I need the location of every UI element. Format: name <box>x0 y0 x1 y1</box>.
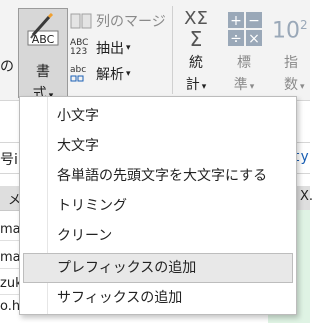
table-row: ma <box>0 250 21 265</box>
ribbon: の ABC 書 式▾ 列のマージ ABC 123 抽出 <box>0 0 310 102</box>
row-divider <box>0 240 20 241</box>
statistics-button[interactable]: ΧΣ Σ 統 計 ▾ <box>174 8 218 94</box>
column-header-right: X. <box>300 189 314 204</box>
menu-item-clean[interactable]: クリーン <box>23 221 293 251</box>
menu-item-lowercase[interactable]: 小文字 <box>23 101 293 131</box>
svg-text:−: − <box>248 13 260 29</box>
chevron-down-icon: ▾ <box>300 82 305 92</box>
standard-label: 標 <box>237 55 251 71</box>
format-icon-text: ABC <box>32 33 55 46</box>
standard-button[interactable]: + − ÷ × 標 準 ▾ <box>222 8 266 94</box>
extract-button[interactable]: ABC 123 抽出 ▾ <box>70 37 131 59</box>
chevron-down-icon: ▾ <box>126 43 131 53</box>
parse-icon: abc <box>70 65 92 83</box>
calculator-icon: + − ÷ × <box>222 8 266 47</box>
merge-columns-label: 列のマージ <box>96 14 166 30</box>
merge-columns-button[interactable]: 列のマージ <box>70 10 166 32</box>
menu-item-add-suffix[interactable]: サフィックスの追加 <box>23 283 293 313</box>
menu-item-add-prefix[interactable]: プレフィックスの追加 <box>23 253 293 283</box>
scientific-label: 指 <box>284 55 298 71</box>
extract-icon-text: ABC 123 <box>70 38 89 57</box>
extract-icon: ABC 123 <box>70 39 92 57</box>
abc-format-icon: ABC <box>25 12 61 55</box>
chevron-down-icon: ▾ <box>201 82 207 92</box>
table-row: o.h <box>0 299 21 314</box>
svg-text:Σ: Σ <box>190 27 203 48</box>
row-divider <box>0 268 20 269</box>
chevron-down-icon: ▾ <box>249 82 255 92</box>
format-button[interactable]: ABC 書 式▾ <box>18 8 68 102</box>
svg-text:ΧΣ: ΧΣ <box>184 8 208 29</box>
parse-icon-text: abc <box>70 65 87 75</box>
svg-text:×: × <box>248 31 260 47</box>
menu-item-trim[interactable]: トリミング <box>23 191 293 221</box>
extract-label: 抽出 <box>96 41 124 57</box>
chevron-down-icon: ▾ <box>126 69 131 79</box>
scientific-button[interactable]: 102 指 数 ▾ <box>272 8 316 94</box>
menu-item-capitalize-each-word[interactable]: 各単語の先頭文字を大文字にする <box>23 161 293 191</box>
parse-button[interactable]: abc 解析 ▾ <box>70 63 131 85</box>
sigma-icon: ΧΣ Σ <box>174 8 218 51</box>
power-icon: 102 <box>272 18 308 44</box>
format-dropdown-menu: 小文字 大文字 各単語の先頭文字を大文字にする トリミング クリーン プレフィッ… <box>19 96 297 315</box>
menu-item-uppercase[interactable]: 大文字 <box>23 131 293 161</box>
standard-sublabel: 準 ▾ <box>233 77 255 93</box>
statistics-sublabel: 計 ▾ <box>185 77 207 93</box>
svg-text:÷: ÷ <box>230 31 242 47</box>
statistics-label: 統 <box>189 55 203 71</box>
formula-bar-left-text: 号i <box>0 152 18 168</box>
parse-label: 解析 <box>96 67 124 83</box>
merge-columns-icon <box>70 12 92 30</box>
format-button-label: 書 <box>36 64 50 80</box>
ribbon-separator <box>172 6 173 94</box>
ribbon-edge-label: の <box>0 59 14 75</box>
scientific-sublabel: 数 ▾ <box>284 77 305 93</box>
svg-text:+: + <box>230 13 242 29</box>
row-divider <box>0 294 20 295</box>
